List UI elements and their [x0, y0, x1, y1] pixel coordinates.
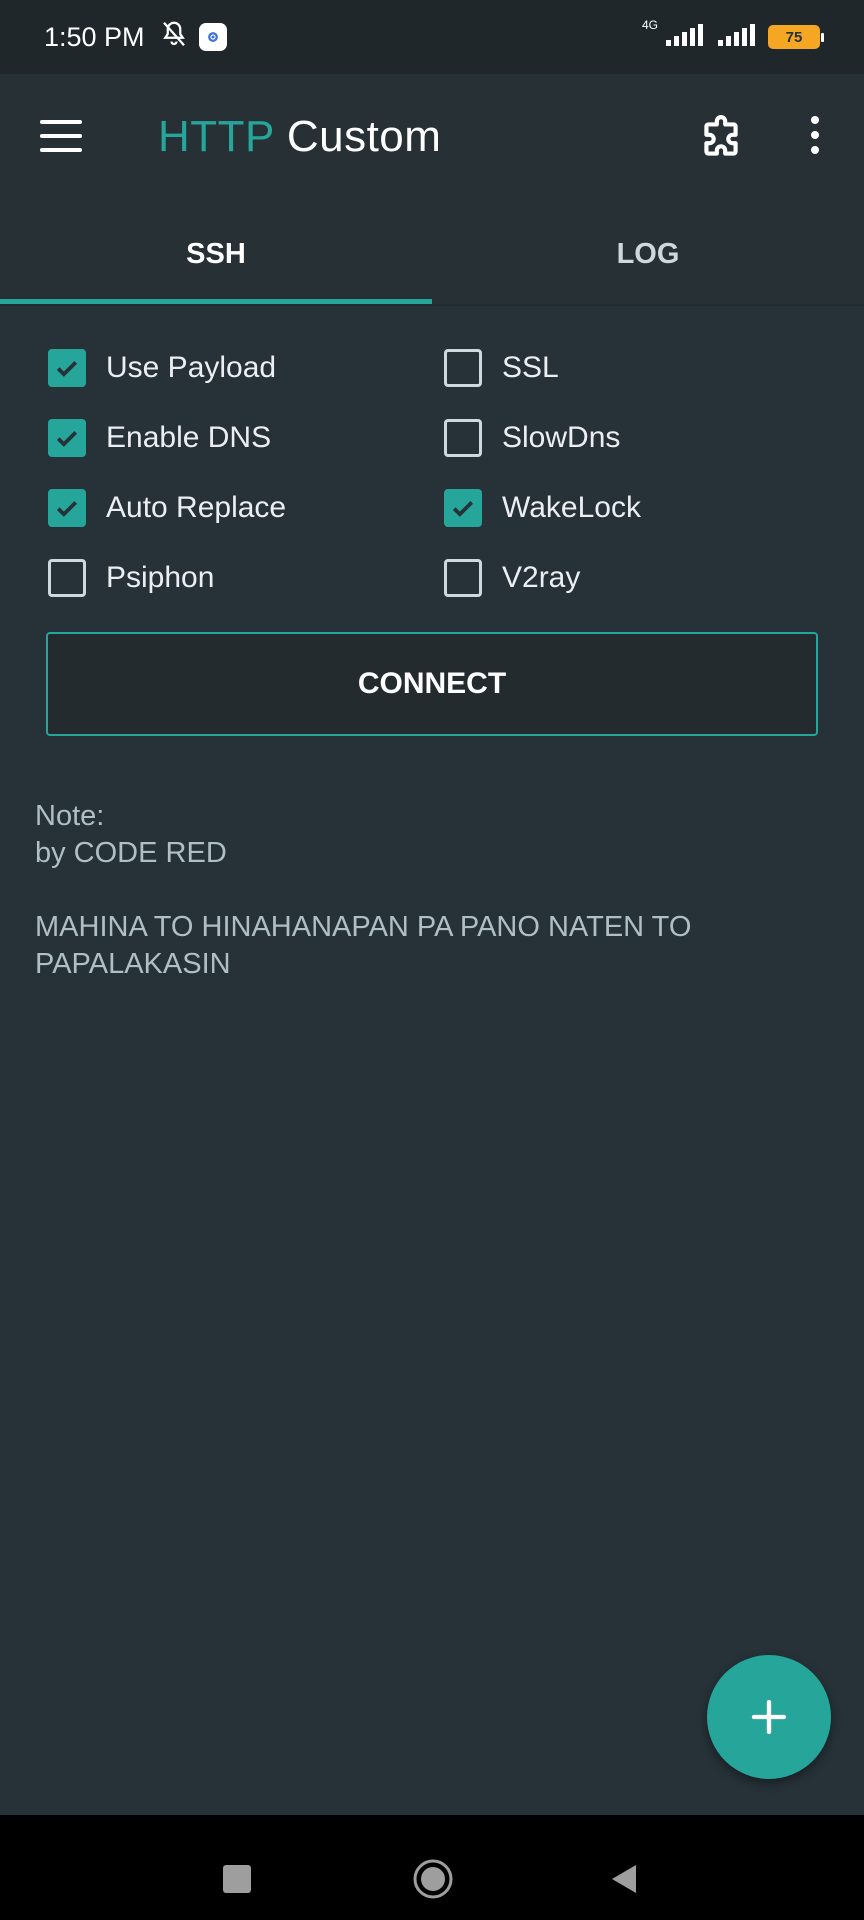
- app-bar: HTTP Custom: [0, 74, 864, 204]
- puzzle-icon[interactable]: [696, 114, 746, 164]
- checkbox-unchecked-icon[interactable]: [444, 349, 482, 387]
- menu-icon[interactable]: [40, 120, 82, 156]
- note-heading: Note:: [35, 800, 105, 832]
- option-enable-dns[interactable]: Enable DNS: [48, 418, 444, 458]
- option-label: Auto Replace: [106, 491, 287, 524]
- battery-icon: 75: [768, 25, 824, 49]
- battery-level: 75: [785, 28, 803, 46]
- note-author: by CODE RED: [35, 837, 227, 869]
- checkbox-checked-icon[interactable]: [48, 489, 86, 527]
- checkbox-unchecked-icon[interactable]: [444, 559, 482, 597]
- app-title-rest: Custom: [274, 112, 442, 161]
- note-message-line: MAHINA TO HINAHANAPAN PA PANO NATEN TO: [35, 911, 692, 943]
- option-slowdns[interactable]: SlowDns: [444, 418, 828, 458]
- option-label: SlowDns: [502, 421, 621, 454]
- tab-bar: SSH LOG: [0, 204, 864, 304]
- recents-icon[interactable]: [223, 1865, 251, 1893]
- option-label: SSL: [502, 351, 559, 384]
- note-text: Note: by CODE RED MAHINA TO HINAHANAPAN …: [35, 798, 825, 983]
- option-label: Enable DNS: [106, 421, 272, 454]
- app-title: HTTP Custom: [158, 112, 441, 162]
- tab-log[interactable]: LOG: [432, 204, 864, 304]
- network-type-label: 4G: [641, 18, 658, 32]
- plus-icon: [751, 1699, 787, 1735]
- app-title-accent: HTTP: [158, 112, 275, 161]
- status-bar: 1:50 PM 4G 75: [0, 0, 864, 74]
- option-v2ray[interactable]: V2ray: [444, 558, 828, 598]
- status-right: 4G 75: [636, 18, 824, 53]
- option-use-payload[interactable]: Use Payload: [48, 348, 444, 388]
- home-icon[interactable]: [412, 1858, 454, 1900]
- status-left: 1:50 PM: [44, 19, 227, 56]
- checkbox-checked-icon[interactable]: [48, 349, 86, 387]
- option-label: Use Payload: [106, 351, 277, 384]
- checkbox-unchecked-icon[interactable]: [48, 559, 86, 597]
- signal-icon: [664, 22, 704, 53]
- option-label: V2ray: [502, 561, 581, 594]
- connect-button[interactable]: CONNECT: [46, 632, 818, 736]
- checkbox-checked-icon[interactable]: [444, 489, 482, 527]
- note-message-line: PAPALAKASIN: [35, 948, 231, 980]
- signal-icon: [716, 22, 756, 53]
- option-auto-replace[interactable]: Auto Replace: [48, 488, 444, 528]
- back-icon[interactable]: [608, 1862, 640, 1896]
- more-vert-icon[interactable]: [800, 116, 830, 164]
- options-grid: Use Payload SSL Enable DNS SlowDns Auto …: [48, 348, 828, 598]
- option-ssl[interactable]: SSL: [444, 348, 828, 388]
- checkbox-checked-icon[interactable]: [48, 419, 86, 457]
- status-time: 1:50 PM: [44, 21, 145, 52]
- option-label: WakeLock: [502, 491, 641, 524]
- bell-off-icon: [159, 19, 189, 56]
- app-notification-icon: [198, 23, 227, 51]
- checkbox-unchecked-icon[interactable]: [444, 419, 482, 457]
- tab-ssh[interactable]: SSH: [0, 204, 432, 304]
- tab-divider: [0, 304, 864, 306]
- system-nav-bar: [0, 1815, 864, 1920]
- option-label: Psiphon: [106, 561, 215, 594]
- add-fab-button[interactable]: [707, 1655, 831, 1779]
- option-psiphon[interactable]: Psiphon: [48, 558, 444, 598]
- option-wakelock[interactable]: WakeLock: [444, 488, 828, 528]
